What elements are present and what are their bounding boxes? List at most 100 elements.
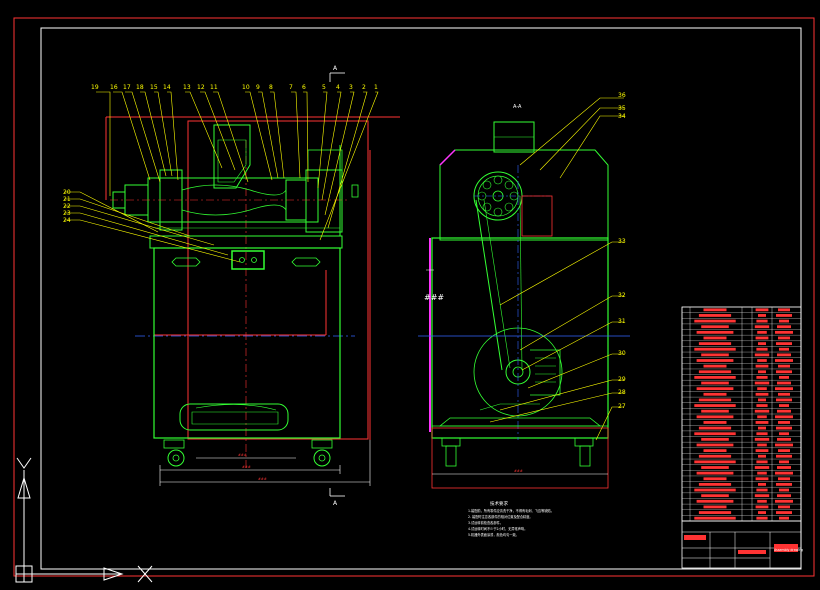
bom-cell-text: [698, 426, 732, 430]
belt: [475, 199, 503, 371]
bom-cell-text: [703, 364, 727, 368]
callout-number: 28: [618, 389, 626, 396]
side-callouts: 36 35 34 33 32 31 30 29 28 27: [618, 92, 626, 410]
bom-cell-text: [777, 353, 791, 357]
front-outline-hidden: [187, 120, 369, 440]
bom-cell-text: [777, 494, 791, 498]
bom-cell-text: [779, 488, 789, 492]
bom-cell-text: [757, 415, 767, 419]
bom-cell-text: [777, 437, 791, 441]
bom-cell-text: [775, 415, 793, 419]
section-marker-top: A: [333, 65, 338, 72]
bom-cell-text: [698, 398, 732, 402]
bom-cell-text: [775, 471, 793, 475]
callout-number: 21: [63, 196, 71, 203]
bom-cell-text: [754, 409, 770, 413]
bom-cell-text: [778, 477, 790, 481]
bom-cell-text: [757, 499, 767, 503]
bom-cell-text: [758, 370, 766, 374]
terminal-box: [231, 250, 265, 270]
bom-cell-text: [777, 409, 791, 413]
bom-cell-text: [776, 398, 792, 402]
bom-cell-text: [778, 421, 790, 424]
notes-line: 2. 装配时注意各部件的相对位置及配合精度。: [468, 514, 533, 519]
dimension-value: ###: [258, 477, 267, 481]
bom-cell-text: [777, 325, 791, 329]
callout-number: 11: [210, 84, 218, 91]
bom-cell-text: [778, 308, 790, 312]
bom-cell-text: [694, 516, 736, 520]
bom-cell-text: [701, 381, 729, 385]
bom-cell-text: [755, 477, 769, 481]
bom-cell-text: [701, 353, 729, 357]
bom-cell-text: [776, 370, 792, 374]
callout-number: 23: [63, 210, 71, 217]
callout-number: 35: [618, 105, 626, 112]
callout-number: 24: [63, 217, 71, 224]
title-block: Assembly drawing: [681, 520, 803, 569]
bom-cell-text: [778, 392, 790, 396]
bom-cell-text: [758, 482, 766, 486]
bom-cell-text: [779, 460, 789, 464]
bom-cell-text: [696, 387, 734, 391]
bom-cell-text: [756, 347, 768, 351]
bom-cell-text: [779, 404, 789, 407]
bom-cell-text: [696, 499, 734, 503]
bom-cell-text: [694, 460, 736, 464]
outer-border: [13, 17, 815, 577]
bom-cell-text: [776, 342, 792, 346]
bill-of-materials-table: [681, 306, 802, 522]
bom-cell-text: [755, 505, 769, 509]
notes-title: 技术要求: [490, 500, 508, 507]
bom-cell-text: [755, 308, 769, 312]
callout-number: 19: [91, 84, 99, 91]
callout-number: 7: [289, 84, 293, 91]
bom-cell-text: [703, 392, 727, 396]
bom-cell-text: [777, 466, 791, 469]
callout-number: 27: [618, 403, 626, 410]
callout-number: 36: [618, 92, 626, 99]
bom-cell-text: [758, 314, 766, 317]
callout-number: 18: [136, 84, 144, 91]
bom-cell-text: [779, 375, 789, 379]
bom-cell-text: [696, 359, 734, 362]
title-block-name: Assembly drawing: [774, 548, 803, 552]
bom-cell-text: [754, 353, 770, 357]
bom-cell-text: [755, 421, 769, 424]
side-wheel-right: [574, 437, 594, 467]
bom-cell-text: [755, 364, 769, 368]
bom-cell-text: [779, 319, 789, 323]
notes-line: 5.机器外表面涂漆，颜色均匀一致。: [468, 532, 519, 537]
bom-cell-text: [703, 477, 727, 481]
side-wheel-left: [441, 437, 461, 467]
callout-number: 32: [618, 292, 626, 299]
side-housing: [439, 149, 609, 241]
dimension-value: ###: [242, 465, 251, 469]
callout-number: 17: [123, 84, 131, 91]
bom-cell-text: [701, 466, 729, 469]
callout-number: 9: [256, 84, 260, 91]
ucs-icon: [15, 457, 153, 583]
bom-cell-text: [703, 421, 727, 424]
bom-cell-text: [758, 454, 766, 458]
cad-drawing-canvas[interactable]: A A ### ### ### 19 16 17 18 15 14 13 12 …: [0, 0, 820, 590]
bom-cell-text: [755, 392, 769, 396]
bom-cell-text: [694, 347, 736, 351]
bom-cell-text: [775, 387, 793, 391]
bom-cell-text: [754, 437, 770, 441]
callout-number: 15: [150, 84, 158, 91]
bom-cell-text: [758, 398, 766, 402]
bom-cell-text: [701, 409, 729, 413]
callout-number: 33: [618, 238, 626, 245]
bom-cell-text: [758, 511, 766, 514]
bom-cell-text: [758, 342, 766, 346]
bom-cell-text: [779, 516, 789, 520]
bom-cell-text: [776, 426, 792, 430]
bom-cell-text: [694, 375, 736, 379]
side-dimension-mark: ###: [424, 293, 444, 302]
bom-cell-text: [754, 325, 770, 329]
callout-number: 16: [110, 84, 118, 91]
bom-cell-text: [703, 505, 727, 509]
bom-cell-text: [754, 494, 770, 498]
bom-cell-text: [755, 336, 769, 340]
